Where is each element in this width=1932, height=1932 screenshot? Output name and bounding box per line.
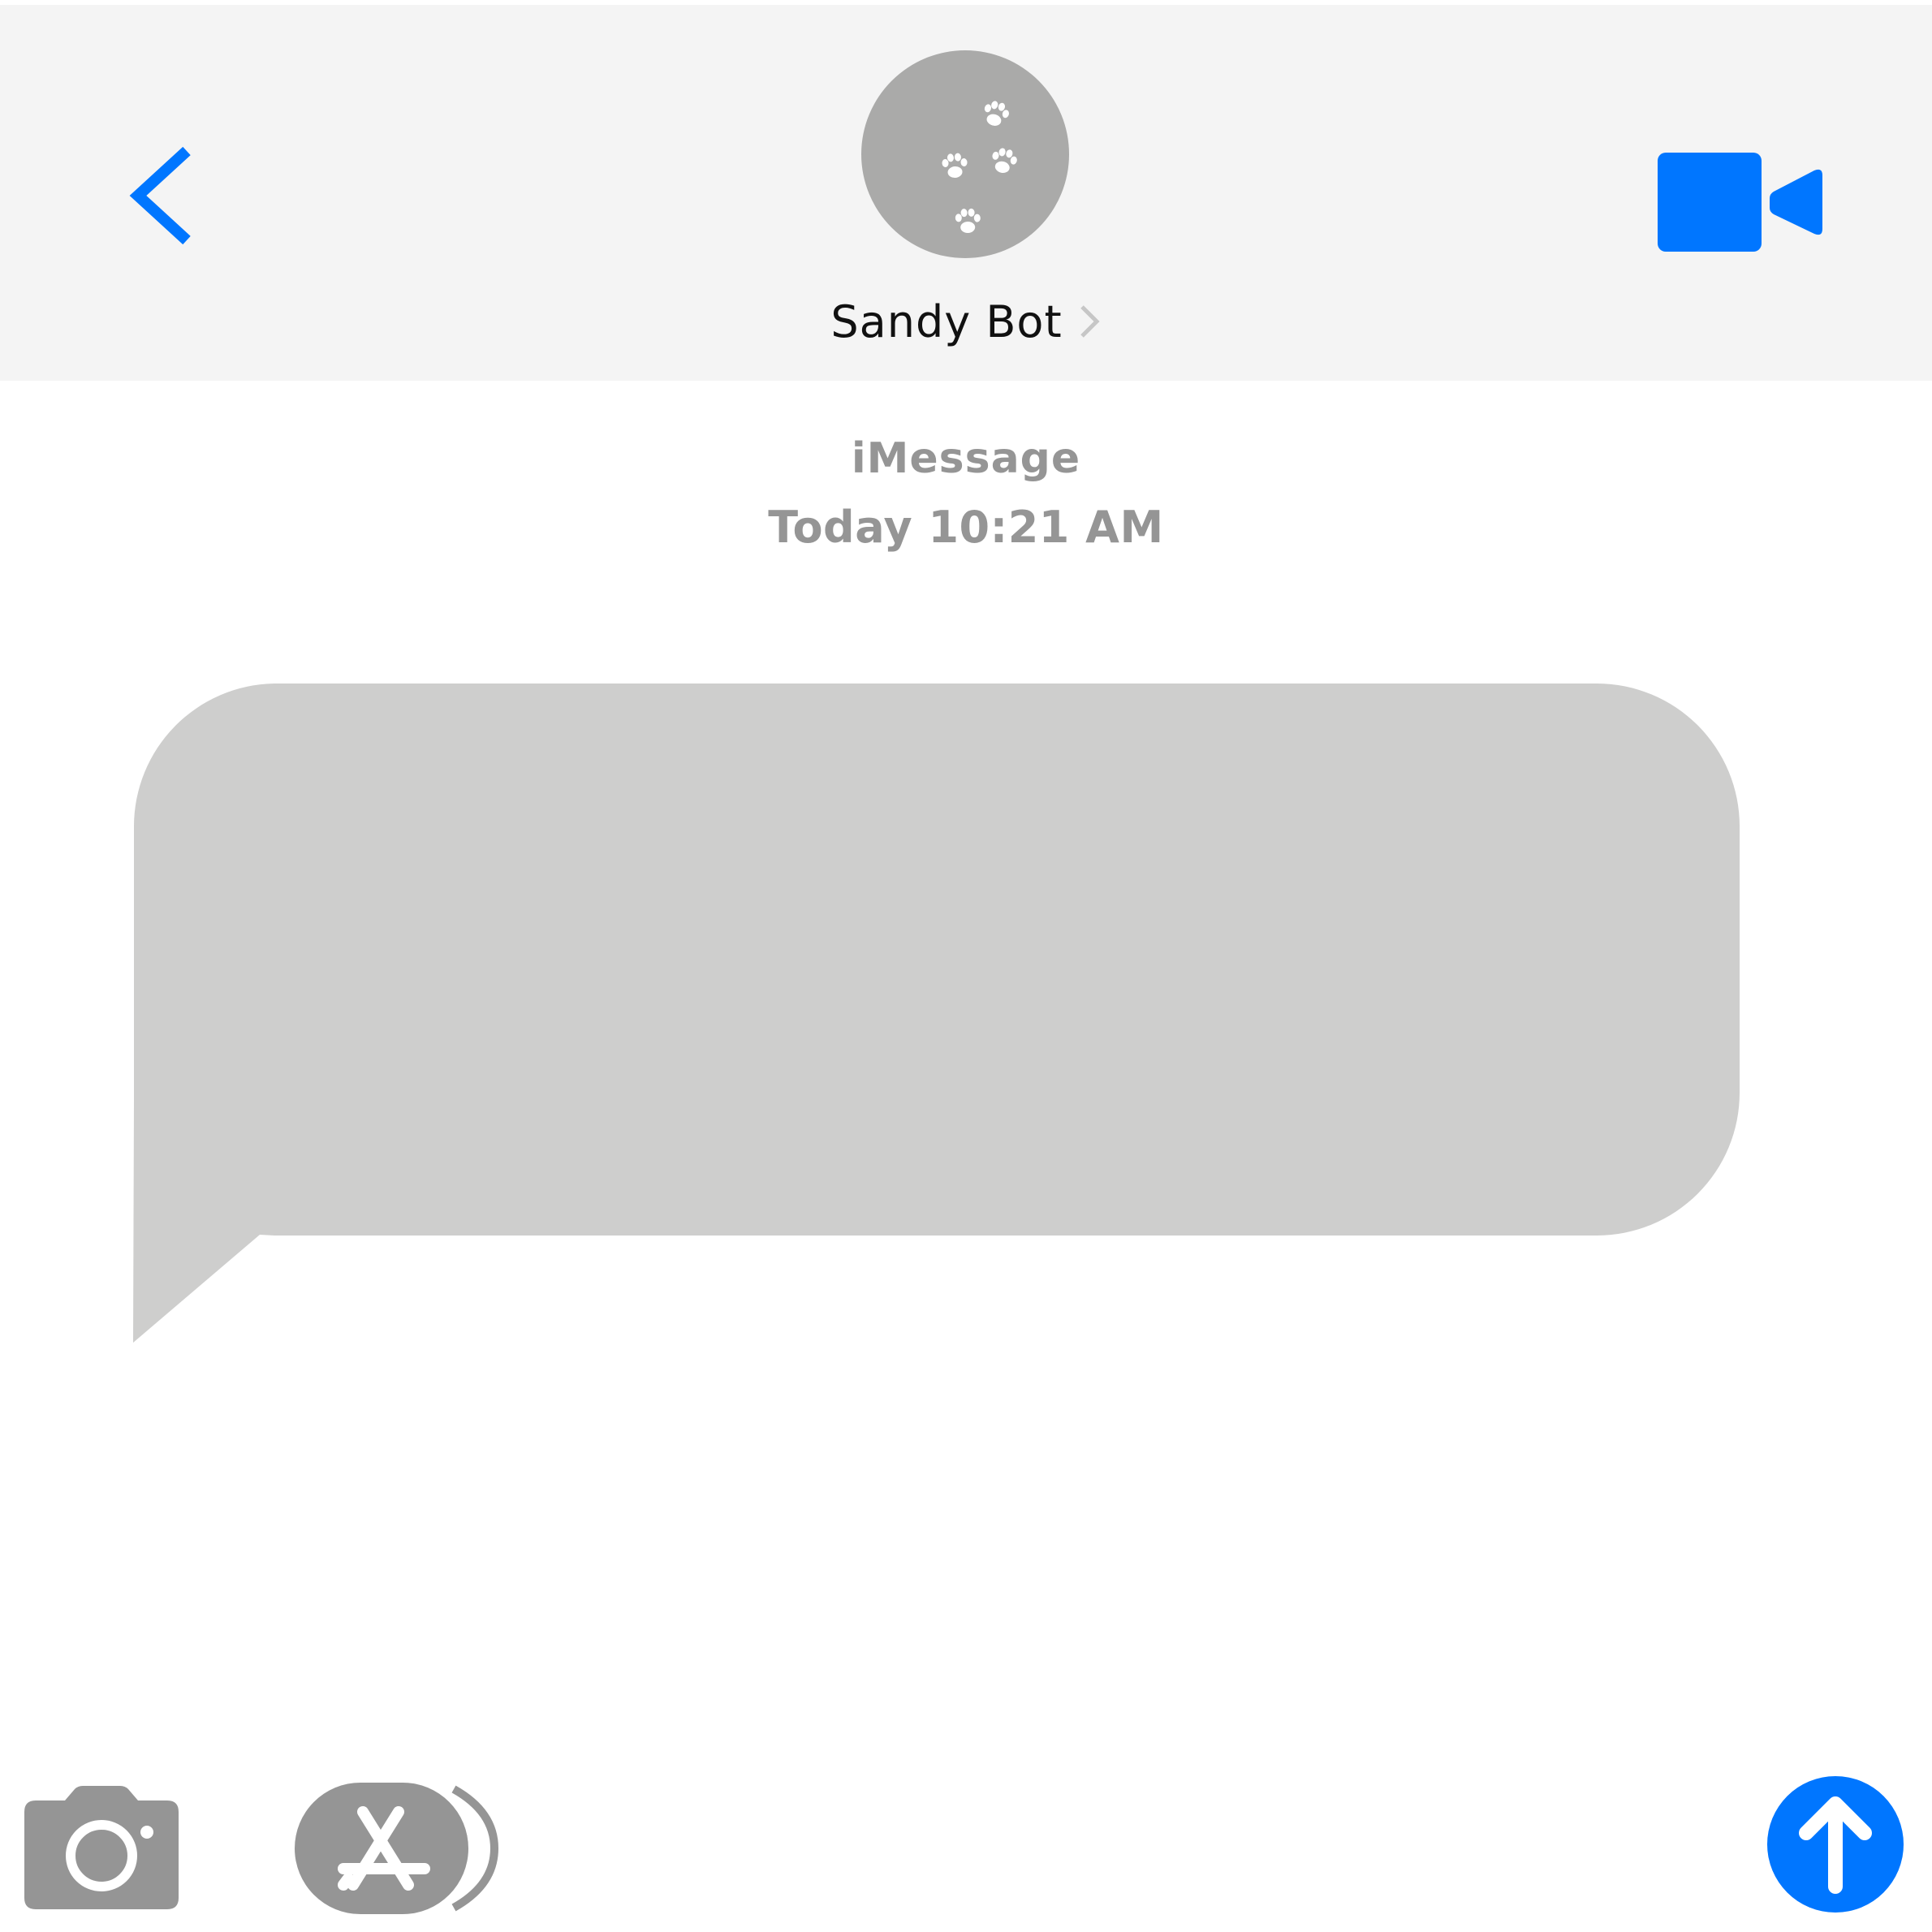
send-button[interactable] <box>1767 1776 1904 1913</box>
app-store-icon <box>295 1783 499 1914</box>
app-store-button[interactable] <box>295 1779 499 1917</box>
service-label: iMessage <box>851 434 1081 483</box>
contact-name: Sandy Bot <box>830 295 1063 347</box>
paw-prints-icon <box>941 98 1020 234</box>
contact-name-button[interactable]: Sandy Bot <box>0 285 1932 358</box>
video-call-button[interactable] <box>1656 151 1822 257</box>
arrow-up-icon <box>1767 1776 1904 1913</box>
video-camera-icon <box>1658 153 1822 252</box>
contact-avatar[interactable] <box>861 50 1069 258</box>
camera-icon <box>24 1786 179 1909</box>
camera-button[interactable] <box>24 1786 179 1909</box>
incoming-message-bubble[interactable] <box>132 684 1743 1346</box>
conversation-header: Sandy Bot <box>0 5 1932 381</box>
back-button[interactable] <box>122 139 203 252</box>
chevron-left-icon <box>129 146 191 245</box>
messages-screen: Sandy Bot iMessage Today 10:21 AM <box>0 0 1932 1932</box>
chevron-right-icon <box>1077 302 1102 341</box>
message-timestamp: Today 10:21 AM <box>768 502 1164 553</box>
